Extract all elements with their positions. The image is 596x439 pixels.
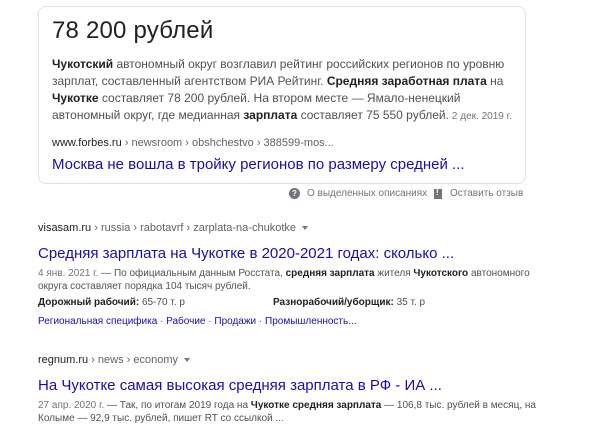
snippet-date: 2 дек. 2019 г. bbox=[451, 111, 512, 122]
sitelink-sales[interactable]: Продажи bbox=[214, 316, 256, 327]
search-result: visasam.ru › russia › rabotavrf › zarpla… bbox=[38, 222, 558, 327]
snippet-text: Чукотский автономный округ возглавил рей… bbox=[52, 57, 512, 122]
search-result: regnum.ru › news › economy На Чукотке са… bbox=[38, 354, 558, 425]
sitelink-regional[interactable]: Региональная специфика bbox=[38, 316, 157, 327]
about-snippets-link[interactable]: ? О выделенных описаниях bbox=[289, 188, 427, 199]
sitelink-workers[interactable]: Рабочие bbox=[166, 316, 205, 327]
snippet-answer: 78 200 рублей bbox=[52, 17, 214, 44]
sitelinks: Региональная специфика · Рабочие · Прода… bbox=[38, 316, 357, 327]
salary-facts: Дорожный рабочий: 65-70 т. р Разнорабочи… bbox=[38, 297, 426, 308]
result-title-link[interactable]: Средняя зарплата на Чукотке в 2020-2021 … bbox=[38, 245, 558, 262]
result-cite: visasam.ru › russia › rabotavrf › zarpla… bbox=[38, 222, 558, 236]
result-title-link[interactable]: На Чукотке самая высокая средняя зарплат… bbox=[38, 377, 558, 394]
snippet-cite: www.forbes.ru › newsroom › obshchestvo ›… bbox=[52, 137, 334, 149]
cite-menu-caret-icon[interactable] bbox=[302, 226, 308, 231]
result-cite: regnum.ru › news › economy bbox=[38, 354, 558, 368]
snippet-link[interactable]: Москва не вошла в тройку регионов по раз… bbox=[52, 156, 465, 173]
help-icon: ? bbox=[289, 188, 300, 199]
result-description: 4 янв. 2021 г. — По официальным данным Р… bbox=[38, 268, 530, 292]
report-flag-icon bbox=[434, 188, 442, 199]
feedback-link[interactable]: Оставить отзыв bbox=[434, 188, 523, 199]
featured-snippet: 78 200 рублей Чукотский автономный округ… bbox=[38, 6, 526, 184]
result-description: 27 апр. 2020 г. — Так, по итогам 2019 го… bbox=[38, 400, 536, 424]
cite-menu-caret-icon[interactable] bbox=[184, 358, 191, 363]
sitelink-industry[interactable]: Промышленность... bbox=[265, 316, 357, 327]
